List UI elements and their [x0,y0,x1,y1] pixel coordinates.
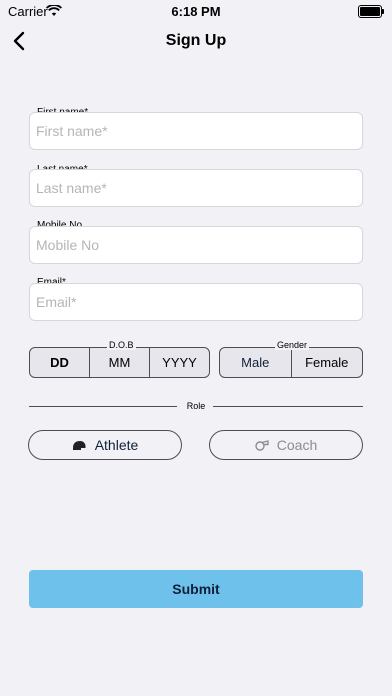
gender-female-button[interactable]: Female [290,348,363,377]
dob-selector: DD MM YYYY [29,347,210,378]
coach-button[interactable]: Coach [209,430,363,460]
coach-label: Coach [276,437,318,453]
first-name-field[interactable]: First name* [29,112,363,150]
helmet-icon [72,440,87,451]
dob-year-button[interactable]: YYYY [149,348,209,377]
athlete-button[interactable]: Athlete [28,430,182,460]
last-name-field[interactable]: Last name* [29,169,363,207]
dob-month-button[interactable]: MM [89,348,149,377]
last-name-placeholder: Last name* [36,180,107,196]
whistle-icon [255,439,269,451]
gender-male-button[interactable]: Male [220,348,291,377]
status-time: 6:18 PM [171,4,221,19]
gender-label: Gender [275,340,310,350]
navigation-bar: Sign Up [0,26,392,56]
status-bar: Carrier 6:18 PM [0,0,392,22]
dob-day-button[interactable]: DD [30,348,89,377]
gender-selector: Male Female [219,347,363,378]
mobile-placeholder: Mobile No [36,237,100,253]
email-placeholder: Email* [36,294,77,310]
submit-button[interactable]: Submit [29,570,363,608]
dob-label: D.O.B [107,340,136,350]
athlete-label: Athlete [94,437,139,453]
email-field[interactable]: Email* [29,283,363,321]
battery-icon [358,5,384,18]
page-title: Sign Up [165,32,227,49]
role-divider-right [213,406,363,407]
mobile-field[interactable]: Mobile No [29,226,363,264]
first-name-placeholder: First name* [36,123,108,139]
